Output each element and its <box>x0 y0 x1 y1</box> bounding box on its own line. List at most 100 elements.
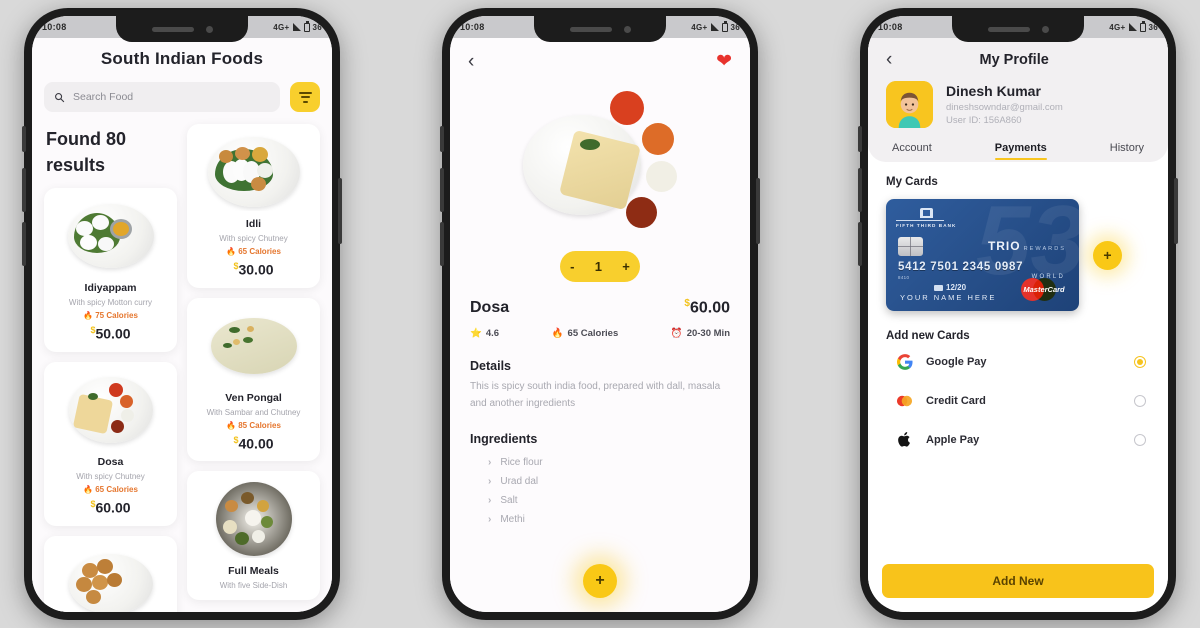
signal-icon <box>1128 23 1137 31</box>
bank-logo-rule <box>896 220 944 221</box>
payment-option-google-pay[interactable]: Google Pay <box>886 342 1150 381</box>
status-battery: 36 <box>730 22 740 32</box>
payment-option-label: Credit Card <box>926 394 986 407</box>
payment-radio-credit-card[interactable] <box>1134 394 1146 407</box>
dish-name: Dosa <box>470 299 510 317</box>
quantity-stepper[interactable]: - 1 + <box>560 251 640 282</box>
food-card-partial[interactable] <box>44 535 177 612</box>
credit-card[interactable]: 53 FIFTH THIRD BANK TRIO REWARDS 5412 750… <box>886 199 1079 311</box>
filter-button[interactable] <box>290 82 320 112</box>
detail-info: Dosa $60.00 ⭐ 4.6 🔥 65 Calories ⏰ 20-30 Min… <box>450 282 750 529</box>
card-number: 5412 7501 2345 0987 <box>898 261 1024 273</box>
flame-icon: 🔥 <box>551 328 564 340</box>
card-brand-sub: REWARDS <box>1023 246 1066 252</box>
detail-screen-body: ‹ ❤ - 1 + Dosa $60.00 ⭐ 4.6 🔥 65 Calorie… <box>450 38 750 612</box>
card-brand: TRIO REWARDS <box>988 239 1066 253</box>
payment-option-apple-pay[interactable]: Apple Pay <box>886 420 1150 459</box>
phone2-mute-button[interactable] <box>440 126 444 152</box>
phone3-mute-button[interactable] <box>858 126 862 152</box>
card-bank-logo: FIFTH THIRD BANK <box>896 208 956 228</box>
food-image-fullmeals <box>195 480 312 558</box>
food-card-venpongal[interactable]: Ven Pongal With Sambar and Chutney 🔥 85 … <box>187 297 320 462</box>
tab-account[interactable]: Account <box>892 142 932 162</box>
phone2-volume-down-button[interactable] <box>440 222 444 266</box>
food-price: $40.00 <box>195 435 312 452</box>
food-image-venpongal <box>195 307 312 385</box>
filter-icon-bar-3 <box>302 100 308 103</box>
payment-option-label: Google Pay <box>926 355 987 368</box>
mastercard-logo-icon: MasterCard <box>1021 276 1068 303</box>
food-card-dosa[interactable]: Dosa With spicy Chutney 🔥 65 Calories $6… <box>44 361 177 526</box>
phone1-volume-up-button[interactable] <box>22 168 26 212</box>
payment-radio-google-pay[interactable] <box>1134 355 1146 368</box>
back-button[interactable]: ‹ <box>468 52 474 71</box>
bank-emblem-icon <box>919 208 933 218</box>
ingredient-item: Urad dal <box>488 472 730 491</box>
ingredients-heading: Ingredients <box>470 432 538 447</box>
battery-icon <box>303 21 310 32</box>
card-number-sub: 8410 <box>898 275 910 280</box>
status-indicators: 4G+ 36 <box>273 21 322 32</box>
dish-meta-row: ⭐ 4.6 🔥 65 Calories ⏰ 20-30 Min <box>470 328 730 339</box>
screenshot-stage: 10:08 4G+ 36 South Indian Foods Search F… <box>0 0 1200 628</box>
my-cards-label: My Cards <box>886 176 938 188</box>
tab-payments[interactable]: Payments <box>994 142 1047 162</box>
signal-icon <box>710 23 719 31</box>
star-icon: ⭐ <box>470 328 482 340</box>
add-to-cart-fab[interactable]: + <box>583 564 617 598</box>
food-card-fullmeals[interactable]: Full Meals With five Side-Dish <box>187 471 320 601</box>
food-card-idli[interactable]: Idli With spicy Chutney 🔥 65 Calories $3… <box>187 124 320 288</box>
mastercard-icon <box>896 392 913 409</box>
tab-history[interactable]: History <box>1110 142 1144 162</box>
status-indicators: 4G+ 36 <box>1109 21 1158 32</box>
cards-row: 53 FIFTH THIRD BANK TRIO REWARDS 5412 750… <box>886 199 1150 311</box>
card-bank-name: FIFTH THIRD BANK <box>896 223 957 228</box>
user-name: Dinesh Kumar <box>946 83 1041 99</box>
detail-top-bar: ‹ ❤ <box>450 38 750 71</box>
price-value: 40.00 <box>238 435 274 452</box>
food-desc: With spicy Chutney <box>219 234 288 243</box>
dish-price: $60.00 <box>684 298 730 317</box>
user-avatar-illustration <box>886 81 933 128</box>
price-value: 50.00 <box>95 325 131 342</box>
calories-text: 85 Calories <box>238 420 281 430</box>
profile-title-row: ‹ My Profile <box>886 50 1150 69</box>
dish-time: ⏰ 20-30 Min <box>671 328 730 339</box>
add-card-button[interactable]: + <box>1093 240 1122 270</box>
hero-food-image <box>450 75 750 235</box>
phone2-power-button[interactable] <box>756 178 760 244</box>
google-icon <box>896 353 913 370</box>
quantity-increase-button[interactable]: + <box>622 259 630 274</box>
phone1-mute-button[interactable] <box>22 126 26 152</box>
payment-option-credit-card[interactable]: Credit Card <box>886 381 1150 420</box>
battery-icon <box>1139 21 1146 32</box>
phone1-power-button[interactable] <box>338 178 342 244</box>
filter-icon-bar-2 <box>300 96 310 98</box>
phone3-power-button[interactable] <box>1174 178 1178 244</box>
ingredient-item: Methi <box>488 510 730 529</box>
mastercard-label: MasterCard <box>1023 285 1065 294</box>
results-count: Found 80 results <box>46 129 126 176</box>
time-value: 20-30 Min <box>686 328 730 340</box>
status-time: 10:08 <box>460 22 485 32</box>
filter-icon-bar-1 <box>298 91 312 94</box>
phone3-volume-down-button[interactable] <box>858 222 862 266</box>
front-camera <box>1041 25 1049 33</box>
card-chip-icon <box>898 237 923 256</box>
search-input[interactable]: Search Food <box>44 82 280 112</box>
phone1-volume-down-button[interactable] <box>22 222 26 266</box>
quantity-decrease-button[interactable]: - <box>570 259 574 274</box>
phone3-volume-up-button[interactable] <box>858 168 862 212</box>
food-card-idiyappam[interactable]: Idiyappam With spicy Motton curry 🔥 75 C… <box>44 188 177 352</box>
status-network: 4G+ <box>1109 22 1126 32</box>
ingredient-item: Salt <box>488 491 730 510</box>
payment-radio-apple-pay[interactable] <box>1134 433 1146 446</box>
add-new-cards-label: Add new Cards <box>886 330 970 342</box>
add-new-button[interactable]: Add New <box>882 564 1154 598</box>
status-network: 4G+ <box>691 22 708 32</box>
favorite-button[interactable]: ❤ <box>716 52 732 71</box>
food-calories: 🔥 75 Calories <box>83 311 138 321</box>
status-network: 4G+ <box>273 22 290 32</box>
phone2-volume-up-button[interactable] <box>440 168 444 212</box>
battery-icon <box>721 21 728 32</box>
